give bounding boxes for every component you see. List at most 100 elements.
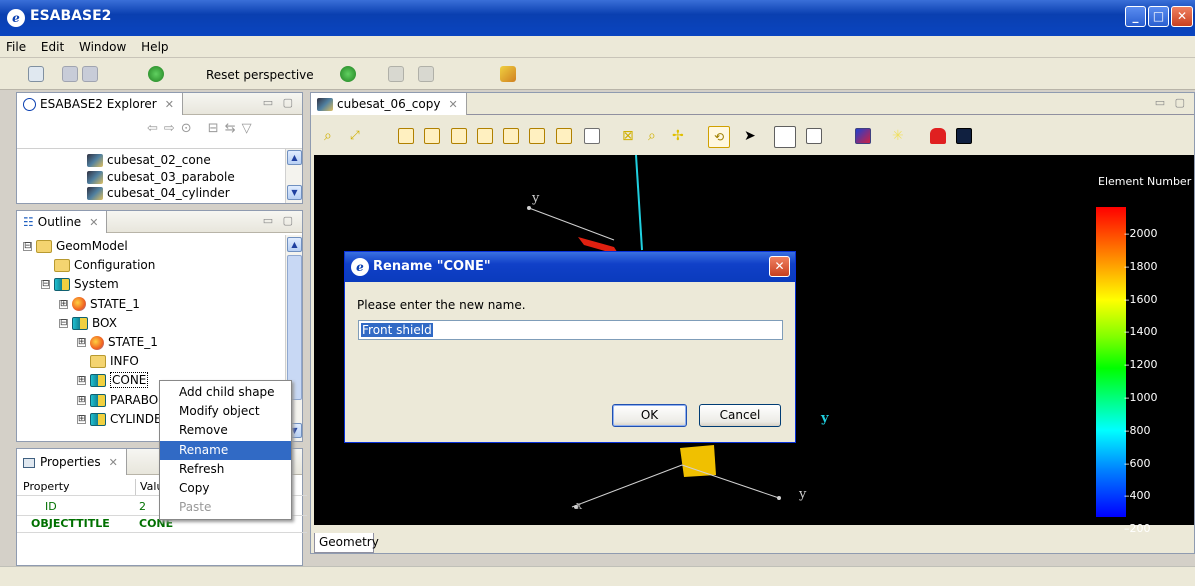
menu-item-remove[interactable]: Remove [160, 421, 291, 440]
close-icon[interactable]: ✕ [109, 456, 118, 469]
scroll-thumb[interactable] [287, 255, 302, 400]
solid-icon[interactable] [806, 128, 822, 144]
expander-icon[interactable]: ⊟ [59, 318, 68, 328]
rename-dialog: e Rename "CONE" ✕ Please enter the new n… [344, 251, 796, 443]
tree-item[interactable]: ⊟ GeomModel [23, 237, 128, 256]
list-item[interactable]: cubesat_04_cylinder [87, 184, 230, 200]
menu-item-rename[interactable]: Rename [160, 441, 291, 460]
zoom-icon[interactable]: ⌕ [648, 128, 664, 144]
pan-icon[interactable]: ✢ [672, 128, 688, 144]
expander-icon[interactable]: ⊞ [59, 299, 68, 309]
close-icon[interactable]: ✕ [89, 216, 98, 229]
wireframe-icon[interactable] [774, 126, 796, 148]
view-minmax-icons[interactable]: ▭ ▢ [263, 96, 296, 109]
expander-icon[interactable]: ⊟ [41, 280, 50, 290]
reset-perspective-button[interactable]: Reset perspective [206, 68, 314, 82]
next-annotation-icon[interactable] [388, 66, 404, 82]
view-left-icon[interactable] [451, 128, 467, 144]
cancel-button[interactable]: Cancel [699, 404, 781, 427]
previous-annotation-icon[interactable] [418, 66, 434, 82]
view-perspective-icon[interactable] [584, 128, 600, 144]
scroll-up-icon[interactable]: ▲ [287, 237, 302, 252]
explorer-scrollbar[interactable]: ▲ ▼ [285, 149, 302, 203]
run-icon[interactable] [148, 66, 164, 82]
maximize-button[interactable]: □ [1148, 6, 1169, 27]
expander-icon[interactable]: ⊞ [77, 338, 86, 347]
tree-item[interactable]: Configuration [41, 256, 155, 275]
tree-item-label: System [74, 277, 119, 292]
property-value: 2 [139, 500, 146, 513]
outline-header: ☷ Outline ✕ ▭ ▢ [17, 211, 302, 233]
view-top-icon[interactable] [503, 128, 519, 144]
view-front-icon[interactable] [398, 128, 414, 144]
select-arrow-icon[interactable]: ➤ [744, 128, 760, 144]
light-icon[interactable]: ✳ [892, 128, 908, 144]
expander-icon[interactable]: ⊞ [77, 414, 86, 424]
tab-cubesat-06-copy[interactable]: cubesat_06_copy ✕ [311, 93, 467, 115]
satellite-icon [87, 171, 103, 184]
tree-item[interactable]: ⊟ System [41, 275, 119, 294]
zoom-box-icon[interactable]: ⊠ [622, 128, 638, 144]
tree-item[interactable]: ⊞ CONE [77, 371, 149, 390]
axis-point [777, 496, 781, 500]
dialog-close-button[interactable]: ✕ [769, 256, 790, 277]
save-icon[interactable] [62, 66, 78, 82]
tree-item[interactable]: ⊞ STATE_1 [77, 333, 158, 352]
tree-item[interactable]: INFO [77, 352, 139, 371]
save-all-icon[interactable] [82, 66, 98, 82]
legend-tick-label: –1200 [1124, 358, 1158, 371]
menu-item-refresh[interactable]: Refresh [160, 460, 291, 479]
save-image-icon[interactable] [956, 128, 972, 144]
view-back-icon[interactable] [424, 128, 440, 144]
scroll-up-icon[interactable]: ▲ [287, 150, 302, 165]
close-icon[interactable]: ✕ [165, 98, 174, 111]
tab-outline[interactable]: ☷ Outline ✕ [17, 211, 108, 233]
expander-icon[interactable]: ⊞ [77, 395, 86, 405]
tree-item[interactable]: ⊞ STATE_1 [59, 295, 140, 314]
menu-window[interactable]: Window [73, 36, 131, 54]
outline-tab-label: Outline [37, 215, 82, 229]
view-minmax-icons[interactable]: ▭ ▢ [1155, 96, 1188, 109]
menu-item-modify-object[interactable]: Modify object [160, 402, 291, 421]
minimize-button[interactable]: _ [1125, 6, 1146, 27]
explorer-nav-icons[interactable]: ⇦⇨⊙ ⊟⇆▽ [147, 121, 258, 136]
view-minmax-icons[interactable]: ▭ ▢ [263, 214, 296, 227]
ok-button[interactable]: OK [612, 404, 687, 427]
explorer-item-label: cubesat_02_cone [107, 153, 211, 167]
zoom-region-icon[interactable]: ⤢ [350, 128, 366, 144]
view-right-icon[interactable] [477, 128, 493, 144]
x-axis-line [571, 464, 683, 508]
menu-help[interactable]: Help [135, 36, 173, 54]
context-menu: Add child shape Modify object Remove Ren… [159, 380, 292, 520]
tree-item-label: BOX [92, 315, 117, 330]
close-window-button[interactable]: ✕ [1171, 6, 1193, 27]
bell-icon[interactable] [930, 128, 946, 144]
expander-icon[interactable]: ⊟ [23, 242, 32, 251]
expander-icon[interactable]: ⊞ [77, 376, 86, 386]
color-map-icon[interactable] [855, 128, 871, 144]
tab-properties[interactable]: Properties ✕ [17, 449, 127, 475]
view-bottom-icon[interactable] [529, 128, 545, 144]
rotate-icon[interactable]: ⟲ [708, 126, 730, 148]
tab-explorer[interactable]: ESABASE2 Explorer ✕ [17, 93, 183, 115]
menu-bar: File Edit Window Help [0, 36, 1195, 58]
tree-item[interactable]: ⊟ BOX [59, 314, 117, 333]
esabase-logo-icon: e [351, 258, 369, 276]
new-icon[interactable] [28, 66, 44, 82]
menu-item-add-child-shape[interactable]: Add child shape [160, 383, 291, 402]
scroll-down-icon[interactable]: ▼ [287, 185, 302, 200]
view-iso-icon[interactable] [556, 128, 572, 144]
tree-item[interactable]: ⊞ CYLINDER [77, 410, 170, 429]
close-icon[interactable]: ✕ [448, 98, 457, 111]
menu-file[interactable]: File [0, 36, 31, 54]
tick-value: 600 [1129, 456, 1151, 470]
folder-icon [54, 259, 70, 273]
new-name-field[interactable]: Front shield [358, 320, 783, 340]
menu-item-copy[interactable]: Copy [160, 479, 291, 498]
axis-label-y-bottom: y [799, 487, 807, 502]
back-arrow-icon[interactable] [500, 66, 516, 82]
run-external-icon[interactable] [340, 66, 356, 82]
menu-edit[interactable]: Edit [35, 36, 69, 54]
tab-geometry[interactable]: Geometry [314, 533, 379, 553]
zoom-fit-icon[interactable]: ⌕ [324, 128, 340, 144]
